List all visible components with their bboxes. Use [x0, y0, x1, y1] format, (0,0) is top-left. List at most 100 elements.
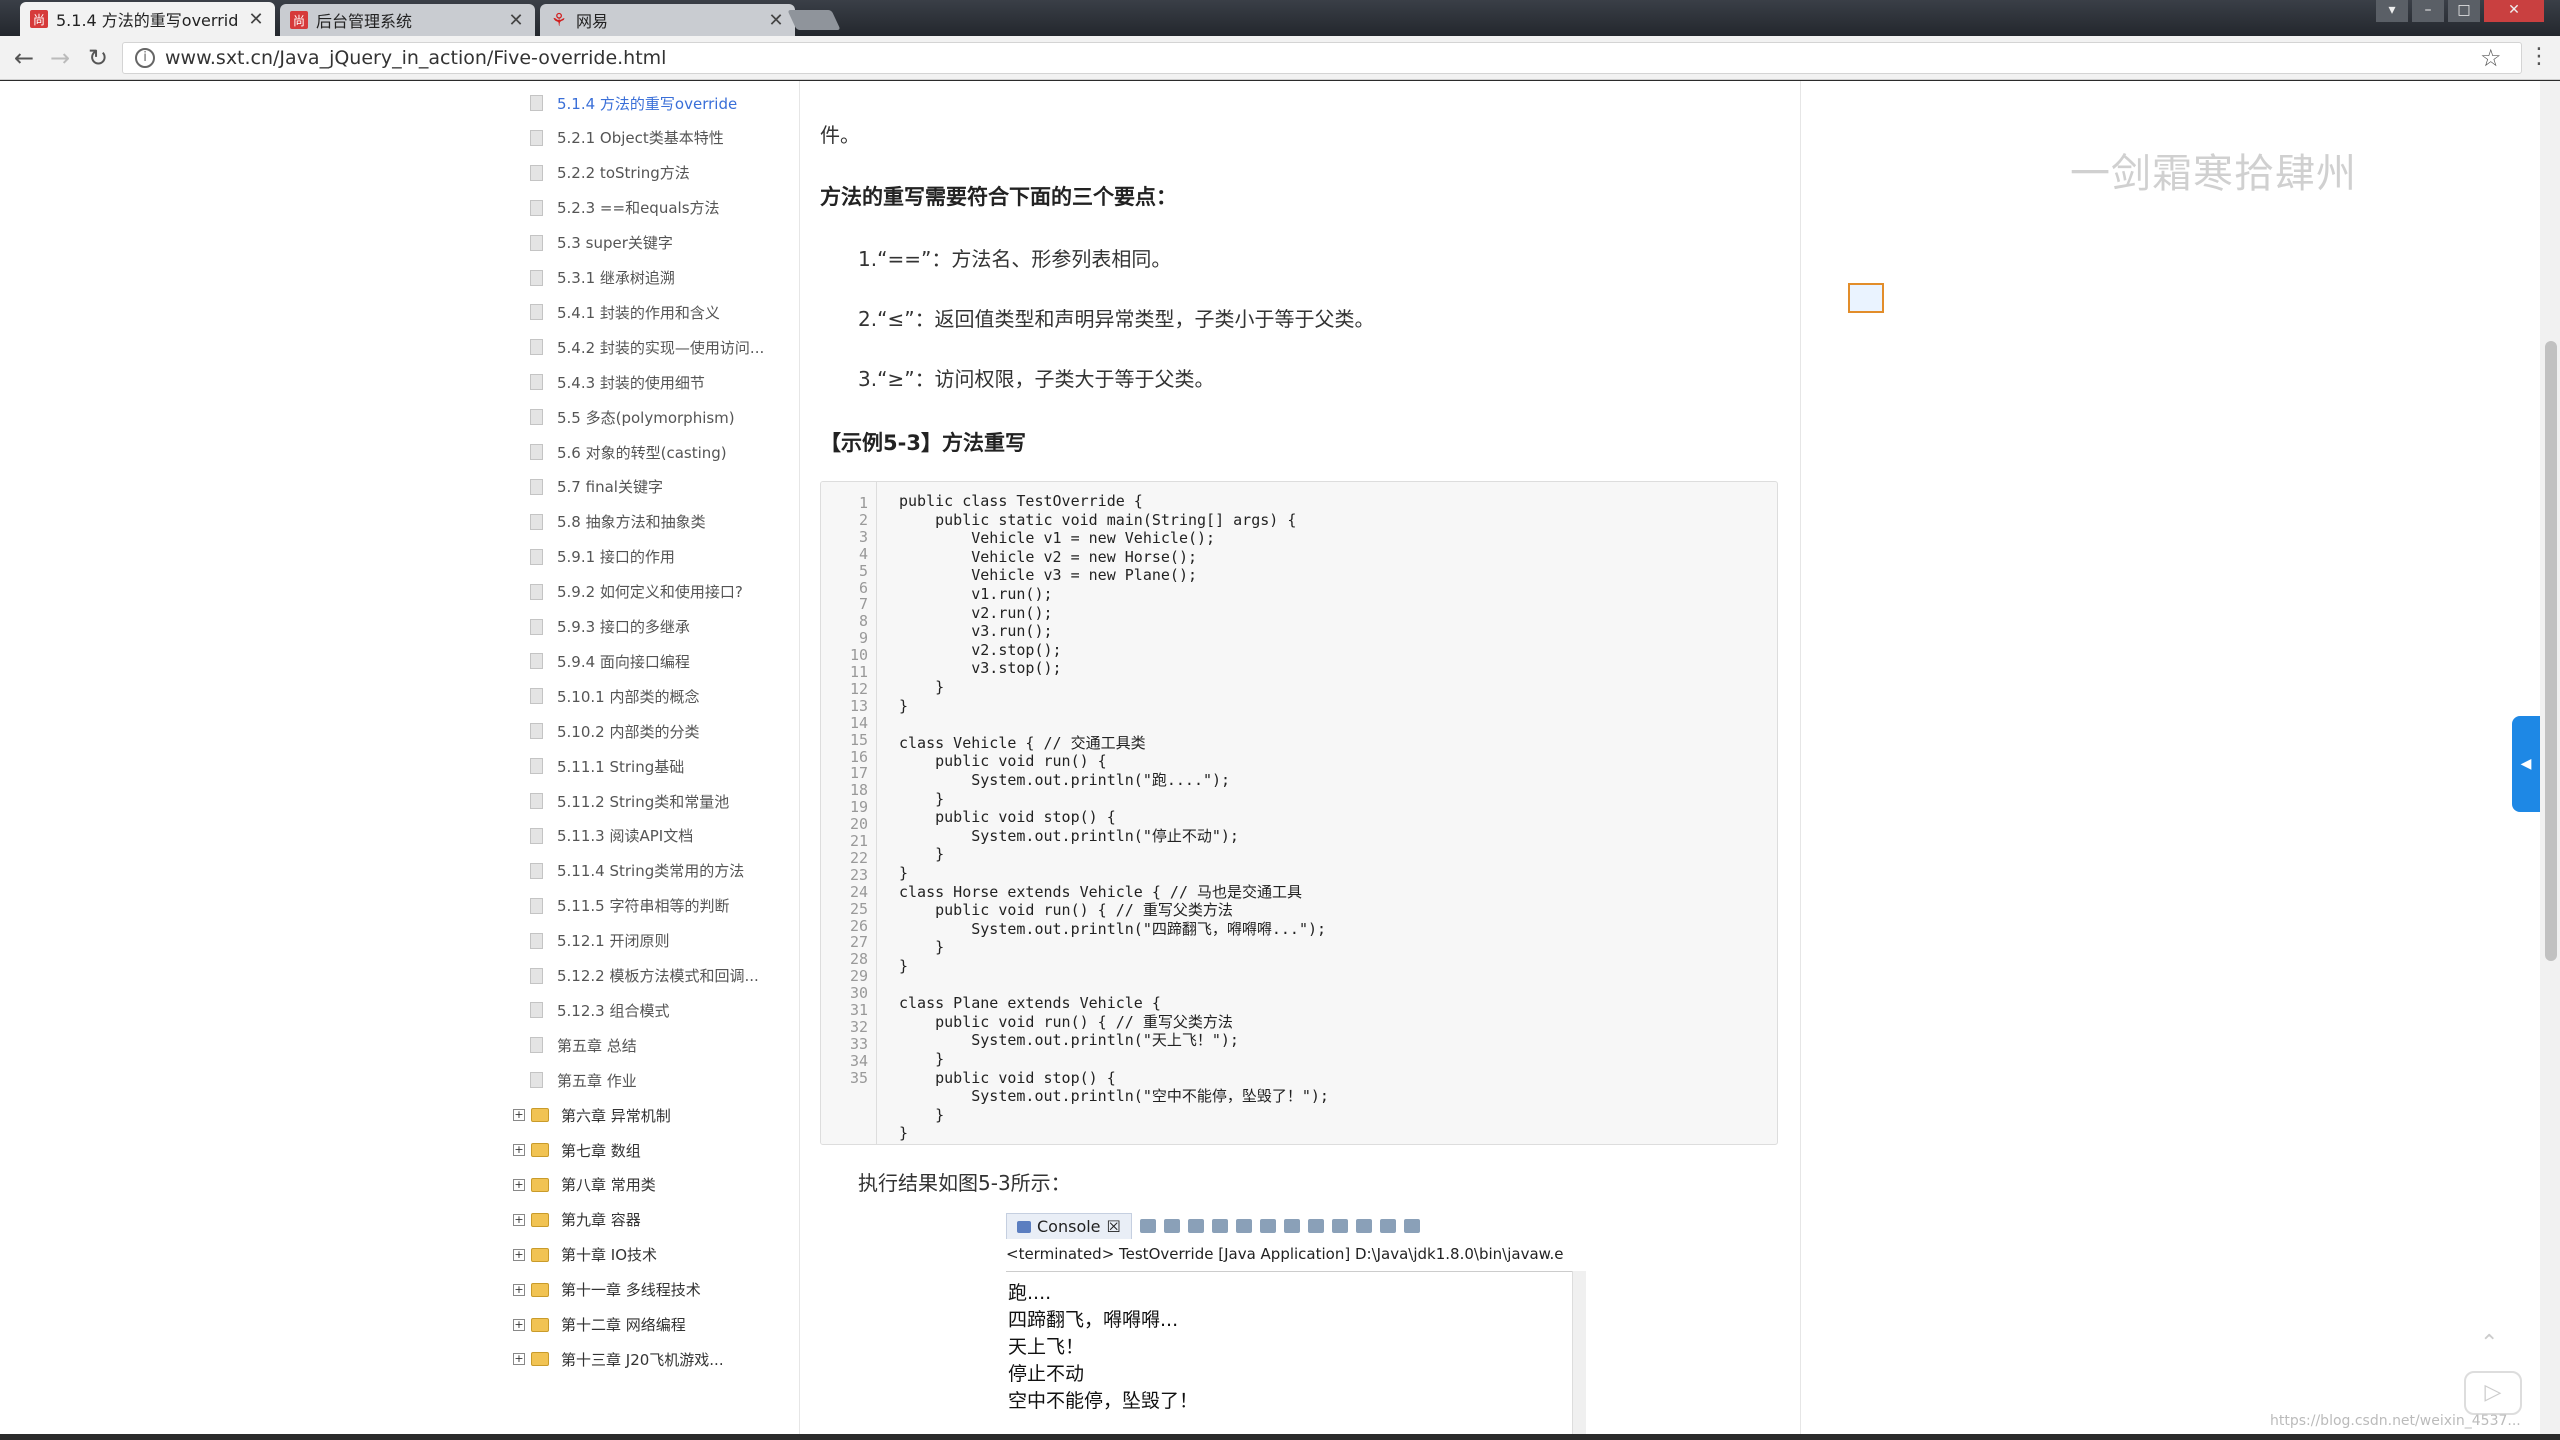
line-number: 19 [849, 798, 868, 817]
toc-item[interactable]: 5.2.2 toString方法 [505, 158, 690, 188]
toc-item[interactable]: 5.11.2 String类和常量池 [505, 786, 729, 816]
minimize-button[interactable]: – [2412, 0, 2444, 22]
toc-chapter[interactable]: + 第九章 容器 [505, 1205, 641, 1235]
line-number-gutter: 1 2 3 4 5 6 7 8 9 10 11 12 13 14 15 16 17 18 19 20 21 22 23 24 2… [821, 482, 877, 1144]
toc-item[interactable]: 5.4.1 封装的作用和含义 [505, 297, 720, 327]
toc-item[interactable]: 5.9.1 接口的作用 [505, 542, 675, 572]
toc-item[interactable]: 5.10.2 内部类的分类 [505, 716, 699, 746]
toc-chapter[interactable]: + 第十章 IO技术 [505, 1240, 657, 1270]
expand-icon[interactable]: + [513, 1283, 525, 1296]
code-line: System.out.println("跑...."); [899, 771, 1231, 789]
toc-item[interactable]: 5.4.3 封装的使用细节 [505, 367, 705, 397]
toc-item-label: 5.9.2 如何定义和使用接口? [557, 583, 743, 602]
toc-item[interactable]: 5.3 super关键字 [505, 228, 673, 258]
close-tab-icon[interactable]: ✕ [247, 9, 265, 30]
toc-item[interactable]: 5.11.5 字符串相等的判断 [505, 891, 729, 921]
toc-item-label: 5.8 抽象方法和抽象类 [557, 513, 706, 532]
side-panel-toggle[interactable]: ◀ [2512, 716, 2540, 812]
toc-item[interactable]: 5.11.4 String类常用的方法 [505, 856, 744, 886]
toc-item[interactable]: 5.8 抽象方法和抽象类 [505, 507, 706, 537]
line-number: 9 [858, 629, 868, 648]
code-line: } [899, 845, 945, 864]
console-output-line: 跑.... [1008, 1282, 1052, 1304]
toc-item[interactable]: 5.11.3 阅读API文档 [505, 821, 693, 851]
play-button[interactable]: ▷ [2464, 1371, 2522, 1415]
toc-item-label: 5.11.2 String类和常量池 [557, 792, 730, 811]
toc-item[interactable]: 5.2.1 Object类基本特性 [505, 123, 724, 153]
toc-item-label: 5.9.3 接口的多继承 [557, 618, 690, 636]
console-tab-label: Console [1037, 1217, 1101, 1236]
close-window-button[interactable]: ✕ [2484, 0, 2544, 22]
toc-item[interactable]: 5.9.2 如何定义和使用接口? [505, 577, 743, 607]
toc-sidebar: 5.1.4 方法的重写override 5.2.1 Object类基本特性 5.2.… [505, 81, 800, 1434]
code-line: } [899, 1124, 909, 1143]
point-1: 1.“==”：方法名、形参列表相同。 [858, 247, 1172, 271]
toc-item[interactable]: 5.11.1 String基础 [505, 751, 684, 781]
back-arrow-icon[interactable]: ← [10, 44, 38, 72]
toc-chapter[interactable]: + 第十三章 J20飞机游戏... [505, 1344, 724, 1374]
toc-chapter[interactable]: + 第八章 常用类 [505, 1170, 656, 1200]
bookmark-star-icon[interactable]: ☆ [2480, 44, 2502, 72]
new-tab-button[interactable] [787, 10, 841, 30]
info-icon[interactable]: i [135, 48, 155, 68]
tab-override[interactable]: 尚 5.1.4 方法的重写overrid ✕ [20, 2, 275, 36]
document-icon [530, 758, 543, 775]
toc-item-label: 5.12.3 组合模式 [557, 1001, 670, 1020]
tab-163[interactable]: ⚘ 网易 ✕ [540, 4, 795, 36]
toc-item[interactable]: 5.12.1 开闭原则 [505, 926, 669, 956]
toc-item-label: 5.2.2 toString方法 [557, 164, 690, 183]
toc-item[interactable]: 5.2.3 ==和equals方法 [505, 193, 720, 223]
folder-icon [531, 1212, 549, 1227]
folder-icon [531, 1247, 549, 1262]
code-line: Vehicle v3 = new Plane(); [899, 566, 1198, 585]
toc-chapter[interactable]: + 第七章 数组 [505, 1135, 641, 1165]
profile-icon[interactable]: ▾ [2376, 0, 2408, 22]
expand-icon[interactable]: + [513, 1318, 525, 1331]
expand-icon[interactable]: + [513, 1178, 525, 1191]
maximize-button[interactable]: □ [2448, 0, 2480, 22]
code-line: } [899, 789, 945, 808]
toc-item-label: 5.9.1 接口的作用 [557, 548, 675, 567]
toc-item-label: 5.3 super关键字 [557, 234, 673, 253]
toc-item[interactable]: 5.6 对象的转型(casting) [505, 437, 727, 467]
toc-item[interactable]: 5.12.3 组合模式 [505, 995, 669, 1025]
toc-item[interactable]: 5.1.4 方法的重写override [505, 88, 737, 118]
toc-chapter-label: 第十三章 J20飞机游戏... [561, 1350, 724, 1369]
page-scrollbar[interactable] [2540, 81, 2560, 1434]
url-input[interactable]: i www.sxt.cn/Java_jQuery_in_action/Five-… [122, 42, 2522, 74]
close-tab-icon[interactable]: ✕ [507, 10, 525, 31]
toc-chapter[interactable]: + 第六章 异常机制 [505, 1100, 671, 1130]
expand-icon[interactable]: + [513, 1353, 525, 1366]
close-tab-icon[interactable]: ✕ [767, 10, 785, 31]
expand-icon[interactable]: + [513, 1213, 525, 1226]
pin-console-icon [1307, 1219, 1324, 1233]
toc-item[interactable]: 第五章 总结 [505, 1030, 637, 1060]
toc-item[interactable]: 5.7 final关键字 [505, 472, 663, 502]
toc-item[interactable]: 5.12.2 模板方法模式和回调... [505, 961, 759, 991]
menu-icon[interactable]: ⋮ [2528, 44, 2550, 69]
scroll-up-icon[interactable]: ⌃ [2480, 1331, 2498, 1356]
document-icon [530, 827, 543, 844]
toc-chapter[interactable]: + 第十二章 网络编程 [505, 1310, 686, 1340]
reload-icon[interactable]: ↻ [84, 44, 112, 72]
expand-icon[interactable]: + [513, 1109, 525, 1122]
toc-item[interactable]: 第五章 作业 [505, 1065, 637, 1095]
toc-chapter[interactable]: + 第十一章 多线程技术 [505, 1275, 701, 1305]
point-3: 3.“≥”：访问权限，子类大于等于父类。 [858, 367, 1215, 391]
toc-item[interactable]: 5.9.4 面向接口编程 [505, 646, 690, 676]
tab-admin[interactable]: 尚 后台管理系统 ✕ [280, 4, 535, 36]
toc-item[interactable]: 5.3.1 继承树追溯 [505, 263, 675, 293]
line-number: 13 [849, 696, 868, 715]
toc-item[interactable]: 5.4.2 封装的实现—使用访问... [505, 332, 764, 362]
expand-icon[interactable]: + [513, 1144, 525, 1156]
expand-icon[interactable]: + [513, 1248, 525, 1261]
line-number: 11 [849, 663, 868, 681]
toc-item[interactable]: 5.9.3 接口的多继承 [505, 612, 690, 642]
toc-item[interactable]: 5.10.1 内部类的概念 [505, 681, 699, 711]
scrollbar-thumb[interactable] [2545, 341, 2557, 961]
document-icon [530, 653, 543, 670]
forward-arrow-icon[interactable]: → [46, 44, 74, 72]
line-number: 7 [858, 595, 868, 614]
document-icon [530, 1072, 543, 1089]
toc-item[interactable]: 5.5 多态(polymorphism) [505, 402, 735, 432]
